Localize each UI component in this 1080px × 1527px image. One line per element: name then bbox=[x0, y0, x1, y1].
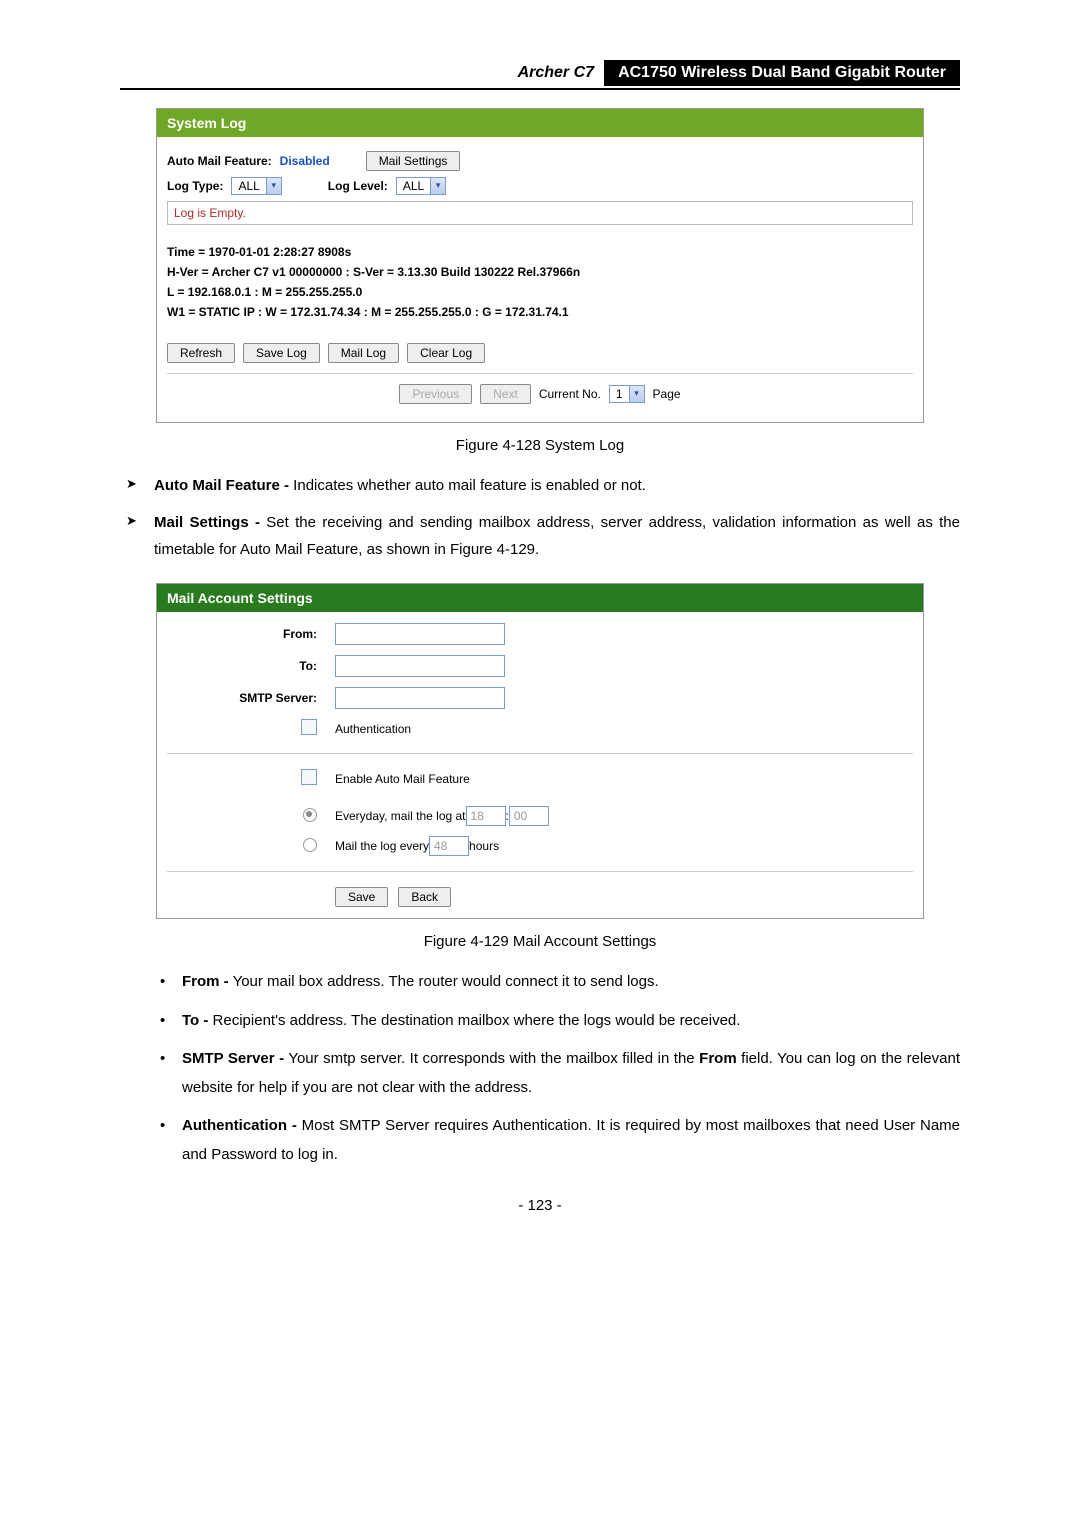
item-text: Set the receiving and sending mailbox ad… bbox=[154, 514, 960, 558]
list-item: Mail Settings - Set the receiving and se… bbox=[120, 509, 960, 563]
automail-value: Disabled bbox=[280, 154, 330, 168]
current-no-select[interactable]: 1 ▾ bbox=[609, 385, 645, 403]
field-desc-list: From - Your mail box address. The router… bbox=[156, 968, 960, 1169]
chevron-down-icon: ▾ bbox=[629, 386, 644, 402]
auth-checkbox[interactable] bbox=[301, 719, 317, 735]
everyday-text: Everyday, mail the log at bbox=[335, 809, 466, 823]
chevron-down-icon: ▾ bbox=[430, 178, 445, 194]
sys-line-wan: W1 = STATIC IP : W = 172.31.74.34 : M = … bbox=[167, 305, 913, 319]
everyday-min-field[interactable] bbox=[509, 806, 549, 826]
item-text: Most SMTP Server requires Authentication… bbox=[182, 1117, 960, 1163]
list-item: To - Recipient's address. The destinatio… bbox=[156, 1007, 960, 1036]
figure-caption-1: Figure 4-128 System Log bbox=[120, 437, 960, 454]
loglevel-label: Log Level: bbox=[328, 179, 388, 193]
previous-button[interactable]: Previous bbox=[399, 384, 472, 404]
sys-line-ver: H-Ver = Archer C7 v1 00000000 : S-Ver = … bbox=[167, 265, 913, 279]
system-log-title: System Log bbox=[157, 109, 923, 137]
item-lead: SMTP Server - bbox=[182, 1050, 284, 1067]
list-item: Auto Mail Feature - Indicates whether au… bbox=[120, 472, 960, 499]
save-button[interactable]: Save bbox=[335, 887, 388, 907]
enable-checkbox[interactable] bbox=[301, 769, 317, 785]
list-item: SMTP Server - Your smtp server. It corre… bbox=[156, 1045, 960, 1102]
enable-label: Enable Auto Mail Feature bbox=[335, 772, 470, 786]
clearlog-button[interactable]: Clear Log bbox=[407, 343, 485, 363]
logtype-label: Log Type: bbox=[167, 179, 223, 193]
item-lead: Authentication - bbox=[182, 1117, 297, 1134]
logtype-value: ALL bbox=[232, 178, 265, 194]
logtype-select[interactable]: ALL ▾ bbox=[231, 177, 281, 195]
log-empty-box: Log is Empty. bbox=[167, 201, 913, 225]
item-text: Your smtp server. It corresponds with th… bbox=[284, 1050, 699, 1067]
item-text: Your mail box address. The router would … bbox=[229, 973, 659, 990]
maillog-button[interactable]: Mail Log bbox=[328, 343, 399, 363]
feature-list: Auto Mail Feature - Indicates whether au… bbox=[120, 472, 960, 563]
item-text: Indicates whether auto mail feature is e… bbox=[289, 477, 646, 494]
everyday-hour-field[interactable] bbox=[466, 806, 506, 826]
item-lead: From - bbox=[182, 973, 229, 990]
loglevel-select[interactable]: ALL ▾ bbox=[396, 177, 446, 195]
item-lead: Auto Mail Feature - bbox=[154, 477, 289, 494]
sys-line-lan: L = 192.168.0.1 : M = 255.255.255.0 bbox=[167, 285, 913, 299]
everyday-radio[interactable] bbox=[303, 808, 317, 822]
savelog-button[interactable]: Save Log bbox=[243, 343, 320, 363]
mail-account-title: Mail Account Settings bbox=[157, 584, 923, 612]
model-label: Archer C7 bbox=[508, 60, 604, 86]
from-label: From: bbox=[167, 627, 335, 641]
to-field[interactable] bbox=[335, 655, 505, 677]
mail-account-screenshot: Mail Account Settings From: To: SMTP Ser… bbox=[156, 583, 924, 919]
figure-caption-2: Figure 4-129 Mail Account Settings bbox=[120, 933, 960, 950]
next-button[interactable]: Next bbox=[480, 384, 531, 404]
page-header: Archer C7 AC1750 Wireless Dual Band Giga… bbox=[120, 60, 960, 90]
list-item: Authentication - Most SMTP Server requir… bbox=[156, 1112, 960, 1169]
interval-text-suf: hours bbox=[469, 839, 499, 853]
list-item: From - Your mail box address. The router… bbox=[156, 968, 960, 997]
item-lead: Mail Settings - bbox=[154, 514, 260, 531]
item-text: Recipient's address. The destination mai… bbox=[208, 1012, 740, 1029]
sys-line-time: Time = 1970-01-01 2:28:27 8908s bbox=[167, 245, 913, 259]
interval-radio[interactable] bbox=[303, 838, 317, 852]
interval-hours-field[interactable] bbox=[429, 836, 469, 856]
automail-label: Auto Mail Feature: bbox=[167, 154, 272, 168]
to-label: To: bbox=[167, 659, 335, 673]
interval-text-pre: Mail the log every bbox=[335, 839, 429, 853]
device-label: AC1750 Wireless Dual Band Gigabit Router bbox=[604, 60, 960, 86]
loglevel-value: ALL bbox=[397, 178, 430, 194]
refresh-button[interactable]: Refresh bbox=[167, 343, 235, 363]
smtp-label: SMTP Server: bbox=[167, 691, 335, 705]
item-bold: From bbox=[699, 1050, 737, 1067]
chevron-down-icon: ▾ bbox=[266, 178, 281, 194]
page-number: - 123 - bbox=[120, 1197, 960, 1214]
from-field[interactable] bbox=[335, 623, 505, 645]
current-no-value: 1 bbox=[610, 386, 629, 402]
system-log-screenshot: System Log Auto Mail Feature: Disabled M… bbox=[156, 108, 924, 423]
smtp-field[interactable] bbox=[335, 687, 505, 709]
current-no-label: Current No. bbox=[539, 387, 601, 401]
mail-settings-button[interactable]: Mail Settings bbox=[366, 151, 461, 171]
item-lead: To - bbox=[182, 1012, 208, 1029]
auth-label: Authentication bbox=[335, 722, 411, 736]
back-button[interactable]: Back bbox=[398, 887, 451, 907]
page-label: Page bbox=[653, 387, 681, 401]
